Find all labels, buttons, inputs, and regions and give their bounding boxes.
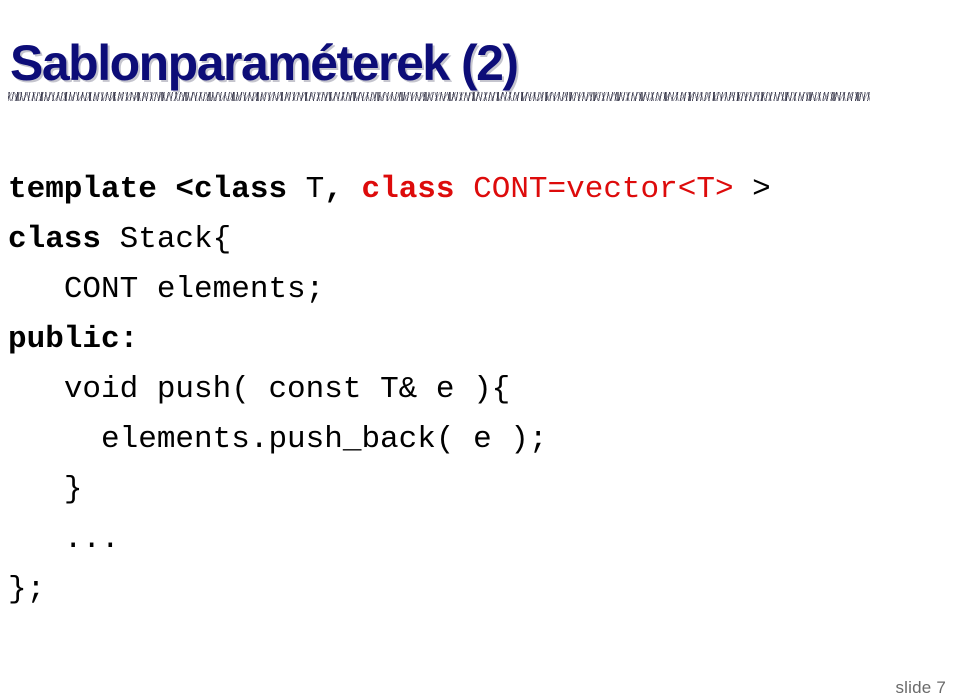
code-line: class Stack{ (8, 215, 948, 265)
code-line: elements.push_back( e ); (8, 415, 948, 465)
code-line: }; (8, 565, 948, 615)
code-token: template <class (8, 172, 306, 207)
code-token: CONT elements; (63, 272, 325, 307)
title-divider-rule (8, 92, 870, 101)
code-line: ... (8, 515, 948, 565)
code-token: , (324, 172, 362, 207)
code-line: CONT elements; (8, 265, 948, 315)
code-token: T (305, 172, 325, 207)
code-token: }; (8, 572, 46, 607)
code-token: > (733, 172, 771, 207)
code-line: template <class T, class CONT=vector<T> … (8, 165, 948, 215)
code-line: public: (8, 315, 948, 365)
code-token: class (8, 222, 120, 257)
code-token: CONT=vector<T> (473, 172, 734, 207)
code-line: void push( const T& e ){ (8, 365, 948, 415)
code-token: elements.push_back( e ); (101, 422, 548, 457)
code-line: } (8, 465, 948, 515)
code-token: } (63, 472, 83, 507)
code-token: public: (8, 322, 139, 357)
code-token: class (361, 172, 474, 207)
slide-canvas: Sablonparaméterek (2) template <class T,… (0, 0, 960, 700)
page-title: Sablonparaméterek (2) (10, 34, 519, 91)
code-block: template <class T, class CONT=vector<T> … (8, 165, 948, 615)
code-token: void push( const T& e ){ (63, 372, 511, 407)
slide-number: slide 7 (895, 678, 946, 697)
code-token: ... (63, 522, 120, 557)
code-token: Stack{ (119, 222, 232, 257)
